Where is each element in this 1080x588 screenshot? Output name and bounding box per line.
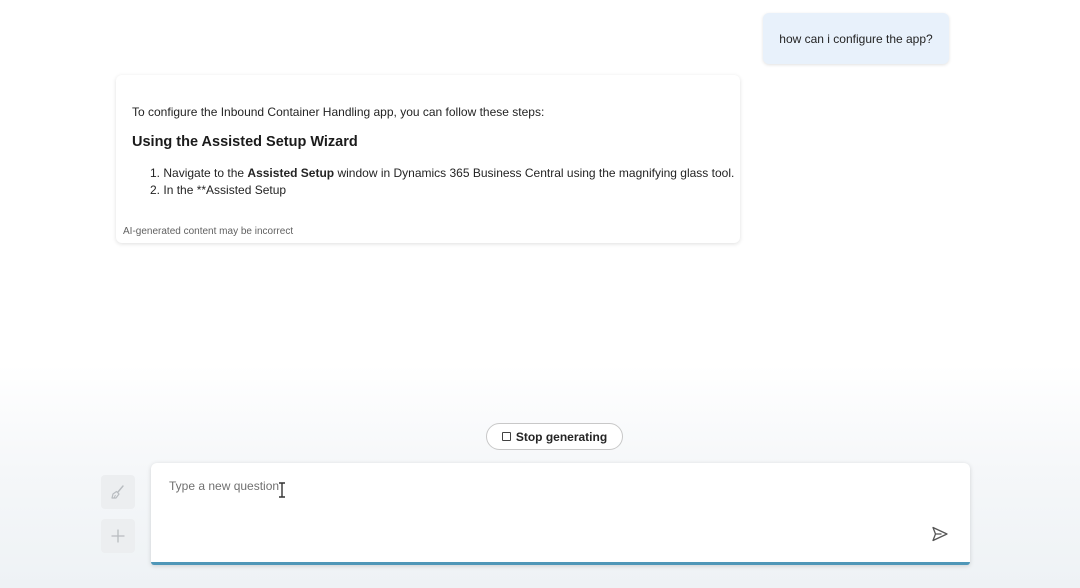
plus-icon (111, 529, 125, 543)
assistant-response-card: To configure the Inbound Container Handl… (116, 75, 740, 243)
list-item: 2. In the **Assisted Setup (150, 182, 734, 199)
step-prefix: Navigate to the (163, 166, 248, 180)
copilot-chat-pane: how can i configure the app? To configur… (0, 0, 1080, 588)
step-number: 1. (150, 166, 161, 180)
stop-generating-button[interactable]: Stop generating (486, 423, 623, 450)
list-item: 1. Navigate to the Assisted Setup window… (150, 165, 734, 182)
new-chat-button[interactable] (101, 519, 135, 553)
step-suffix: window in Dynamics 365 Business Central … (334, 166, 735, 180)
question-input-box (151, 463, 970, 565)
assistant-heading: Using the Assisted Setup Wizard (132, 134, 358, 150)
broom-icon (111, 485, 124, 499)
step-text: In the **Assisted Setup (163, 183, 287, 197)
assistant-intro-text: To configure the Inbound Container Handl… (132, 105, 545, 119)
step-bold-text: Assisted Setup (247, 166, 335, 180)
text-cursor-icon (279, 482, 285, 498)
user-message-bubble: how can i configure the app? (763, 13, 949, 64)
send-icon (932, 526, 948, 542)
user-message-text: how can i configure the app? (779, 31, 933, 46)
stop-generating-label: Stop generating (515, 429, 608, 444)
setup-steps-list: 1. Navigate to the Assisted Setup window… (150, 165, 734, 199)
send-button[interactable] (928, 522, 952, 546)
clear-chat-button[interactable] (101, 475, 135, 509)
step-number: 2. (150, 183, 161, 197)
stop-icon (501, 432, 511, 441)
ai-disclaimer: AI-generated content may be incorrect (123, 226, 294, 237)
